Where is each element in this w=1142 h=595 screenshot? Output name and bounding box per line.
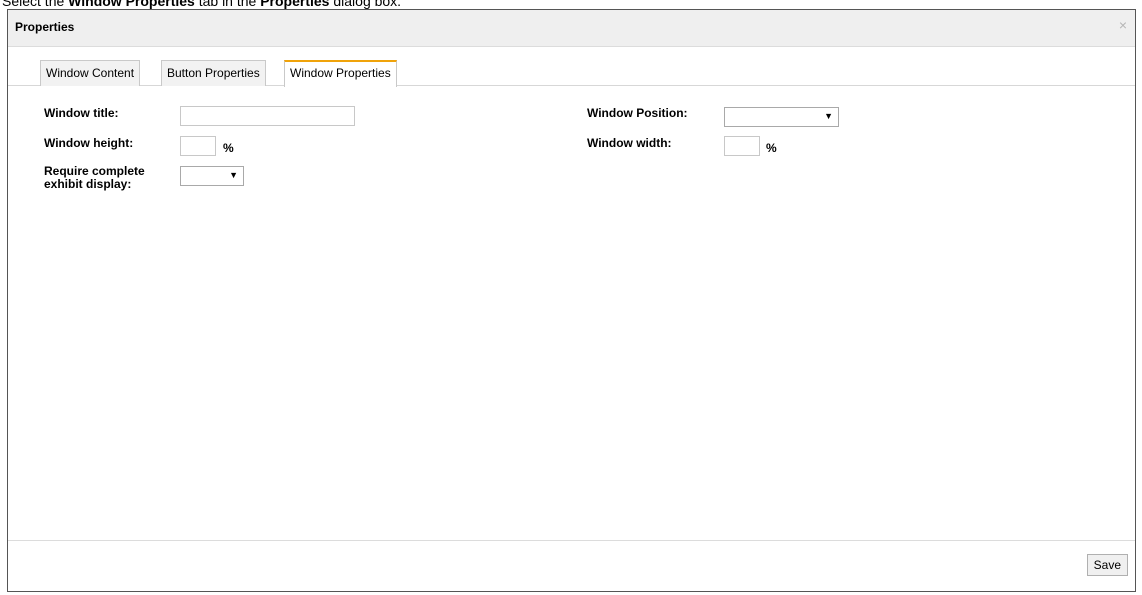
- window-width-unit: %: [766, 141, 777, 155]
- dialog-title: Properties: [15, 20, 75, 34]
- require-display-select[interactable]: ▼: [180, 166, 244, 186]
- window-position-label: Window Position:: [587, 106, 688, 120]
- window-title-input[interactable]: [180, 106, 355, 126]
- tab-button-properties[interactable]: Button Properties: [161, 60, 266, 86]
- window-height-unit: %: [223, 141, 234, 155]
- save-button[interactable]: Save: [1086, 554, 1128, 576]
- instruction-prefix: Select the: [2, 0, 69, 9]
- window-height-input[interactable]: [180, 136, 216, 156]
- require-display-label: Require complete exhibit display:: [44, 165, 145, 191]
- tab-window-content[interactable]: Window Content: [40, 60, 141, 86]
- window-title-label: Window title:: [44, 106, 119, 120]
- window-width-input[interactable]: [724, 136, 760, 156]
- window-height-label: Window height:: [44, 136, 134, 150]
- instruction-text: Select the Window Properties tab in the …: [2, 0, 401, 9]
- chevron-down-icon: ▼: [824, 111, 833, 121]
- properties-dialog: Properties × Window Content Button Prope…: [7, 9, 1136, 592]
- close-icon[interactable]: ×: [1119, 17, 1127, 33]
- instruction-suffix: dialog box.: [329, 0, 402, 9]
- tab-bar: Window Content Button Properties Window …: [8, 56, 1135, 87]
- instruction-tab-name: Window Properties: [68, 0, 195, 9]
- instruction-middle: tab in the: [194, 0, 261, 9]
- window-position-select[interactable]: ▼: [724, 107, 839, 127]
- dialog-titlebar: Properties ×: [8, 10, 1135, 47]
- footer-divider: [8, 540, 1135, 541]
- tab-window-properties[interactable]: Window Properties: [284, 60, 397, 87]
- require-display-label-line2: exhibit display:: [44, 177, 132, 191]
- chevron-down-icon: ▼: [229, 170, 238, 180]
- instruction-dialog-name: Properties: [260, 0, 330, 9]
- window-width-label: Window width:: [587, 136, 672, 150]
